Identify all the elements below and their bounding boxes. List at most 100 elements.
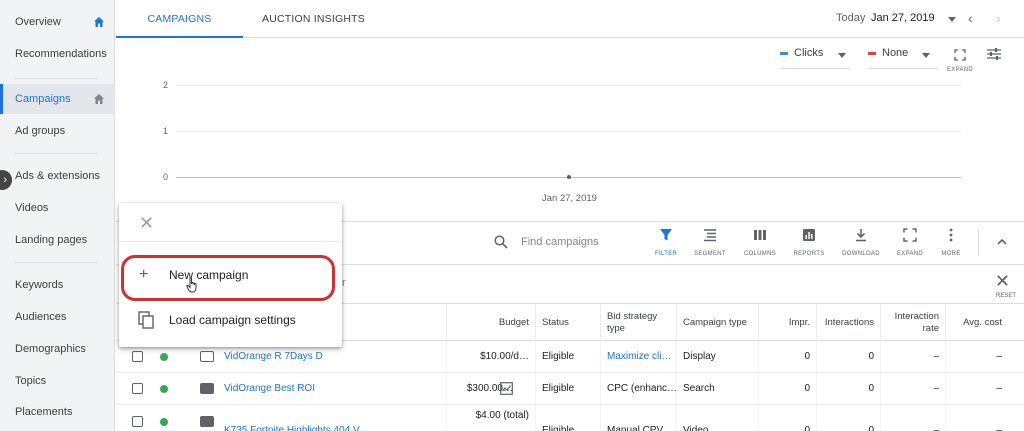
budget-cell[interactable]: $4.00 (total): [446, 405, 535, 431]
download-button[interactable]: DOWNLOAD: [841, 228, 881, 257]
reports-label: REPORTS: [793, 251, 825, 257]
chevron-left-icon[interactable]: ‹: [968, 10, 973, 26]
budget-chart-icon[interactable]: [500, 382, 513, 395]
interaction-rate-cell: –: [880, 341, 945, 372]
column-header-bid-strategy[interactable]: Bid strategy type: [600, 304, 676, 341]
sidebar-item-keywords[interactable]: Keywords: [0, 270, 115, 300]
interactions-cell: 0: [816, 373, 880, 404]
segment-button[interactable]: SEGMENT: [690, 228, 730, 257]
header-label: Interaction rate: [894, 310, 939, 334]
bid-strategy-cell[interactable]: Manual CPV: [600, 405, 676, 431]
header-label: Bid strategy type: [607, 310, 658, 334]
filter-button[interactable]: FILTER: [646, 228, 686, 257]
sidebar-divider: [15, 78, 97, 79]
search-campaign-icon: [200, 383, 214, 394]
sidebar-item-campaigns[interactable]: Campaigns: [0, 84, 115, 114]
budget-cell[interactable]: $300.00…: [446, 373, 535, 404]
tab-auction-insights[interactable]: AUCTION INSIGHTS: [243, 0, 384, 38]
bid-strategy-cell[interactable]: CPC (enhanc…: [600, 373, 676, 404]
table-row[interactable]: VidOrange Best ROI $300.00… Eligible CPC…: [116, 373, 1024, 405]
row-checkbox[interactable]: [132, 351, 143, 362]
metric-selector-primary[interactable]: Clicks: [780, 47, 850, 69]
column-header-campaign-type[interactable]: Campaign type: [676, 304, 758, 341]
toolbar-divider: [978, 230, 979, 256]
sidebar-item-label: Audiences: [15, 311, 67, 323]
column-header-interaction-rate[interactable]: Interaction rate: [880, 304, 945, 341]
sidebar-item-placements[interactable]: Placements: [0, 397, 115, 427]
sidebar-item-label: Overview: [15, 16, 61, 28]
tab-label: AUCTION INSIGHTS: [262, 13, 365, 25]
tune-icon[interactable]: [986, 46, 1002, 62]
more-button[interactable]: MORE: [931, 228, 971, 257]
row-checkbox[interactable]: [132, 383, 143, 394]
search-icon[interactable]: [494, 235, 508, 249]
metric-label: None: [882, 47, 909, 59]
table-row[interactable]: K735 Fortnite Highlights 404 V $4.00 (to…: [116, 405, 1024, 431]
status-enabled-dot: [160, 353, 168, 361]
sidebar-item-audiences[interactable]: Audiences: [0, 302, 115, 332]
expand-label: EXPAND: [947, 67, 974, 73]
impr-cell: 0: [758, 341, 816, 372]
sidebar-item-recommendations[interactable]: Recommendations: [0, 39, 115, 69]
interaction-rate-cell: –: [880, 405, 945, 431]
caret-down-icon[interactable]: [948, 17, 956, 22]
chevron-right-icon[interactable]: ›: [996, 10, 1001, 26]
performance-chart: Clicks None EXPAND 2 1 0 Jan 27, 2019: [116, 39, 1024, 221]
tab-campaigns[interactable]: CAMPAIGNS: [116, 0, 243, 38]
date-range-value[interactable]: Jan 27, 2019: [871, 12, 935, 24]
budget-cell[interactable]: $10.00/d…: [446, 341, 535, 372]
close-icon[interactable]: ✕: [139, 213, 154, 234]
sidebar-item-label: Placements: [15, 406, 73, 418]
bid-strategy-link[interactable]: Maximize cli…: [600, 341, 676, 372]
download-icon: [856, 229, 866, 242]
y-tick-label: 2: [163, 80, 169, 90]
header-label: Impr.: [788, 316, 810, 328]
sidebar-item-ad-groups[interactable]: Ad groups: [0, 116, 115, 146]
series-color-swatch: [868, 51, 876, 55]
column-header-status[interactable]: Status: [535, 304, 600, 341]
search-input[interactable]: Find campaigns: [521, 236, 599, 248]
sidebar-item-landing-pages[interactable]: Landing pages: [0, 225, 115, 255]
y-tick-label: 1: [163, 126, 169, 136]
avg-cost-cell: –: [945, 341, 1008, 372]
header-label: Avg. cost: [963, 316, 1002, 328]
columns-label: COLUMNS: [743, 251, 777, 257]
segment-icon: [704, 229, 716, 242]
gridline: [176, 85, 961, 86]
row-checkbox[interactable]: [132, 416, 143, 427]
sidebar-item-label: Videos: [15, 202, 49, 214]
status-cell: Eligible: [535, 341, 600, 372]
annotation-highlight: [121, 255, 335, 301]
load-campaign-settings-menu-item[interactable]: Load campaign settings: [119, 302, 342, 338]
sidebar-item-ads-extensions[interactable]: Ads & extensions: [0, 161, 115, 191]
copy-icon: [138, 311, 154, 329]
reset-label[interactable]: RESET: [996, 293, 1016, 299]
campaign-name-link[interactable]: K735 Fortnite Highlights 404 V: [218, 405, 446, 431]
metric-selector-secondary[interactable]: None: [868, 47, 938, 69]
close-icon[interactable]: ✕: [995, 271, 1010, 292]
campaign-type-cell: Search: [676, 373, 758, 404]
x-tick-label: Jan 27, 2019: [542, 193, 597, 204]
sidebar-item-demographics[interactable]: Demographics: [0, 334, 115, 364]
sidebar-item-overview[interactable]: Overview: [0, 7, 115, 37]
column-header-impr[interactable]: Impr.: [758, 304, 816, 341]
hand-cursor-icon: [186, 277, 197, 293]
sidebar-item-topics[interactable]: Topics: [0, 366, 115, 396]
campaign-name-link[interactable]: VidOrange Best ROI: [218, 373, 446, 404]
columns-button[interactable]: COLUMNS: [740, 228, 780, 257]
interaction-rate-cell: –: [880, 373, 945, 404]
column-header-interactions[interactable]: Interactions: [816, 304, 880, 341]
sidebar-item-label: Recommendations: [15, 48, 107, 60]
column-header-budget[interactable]: Budget: [446, 304, 535, 341]
data-point: [567, 175, 571, 179]
reports-button[interactable]: REPORTS: [789, 228, 829, 257]
column-header-avg-cost[interactable]: Avg. cost: [945, 304, 1008, 341]
expand-icon: [903, 228, 917, 242]
expand-button[interactable]: EXPAND: [890, 228, 930, 257]
chevron-up-icon[interactable]: [996, 236, 1008, 248]
expand-icon[interactable]: [954, 49, 966, 61]
impr-cell: 0: [758, 373, 816, 404]
sidebar-item-videos[interactable]: Videos: [0, 193, 115, 223]
avg-cost-cell: –: [945, 373, 1008, 404]
display-campaign-icon: [200, 351, 214, 362]
